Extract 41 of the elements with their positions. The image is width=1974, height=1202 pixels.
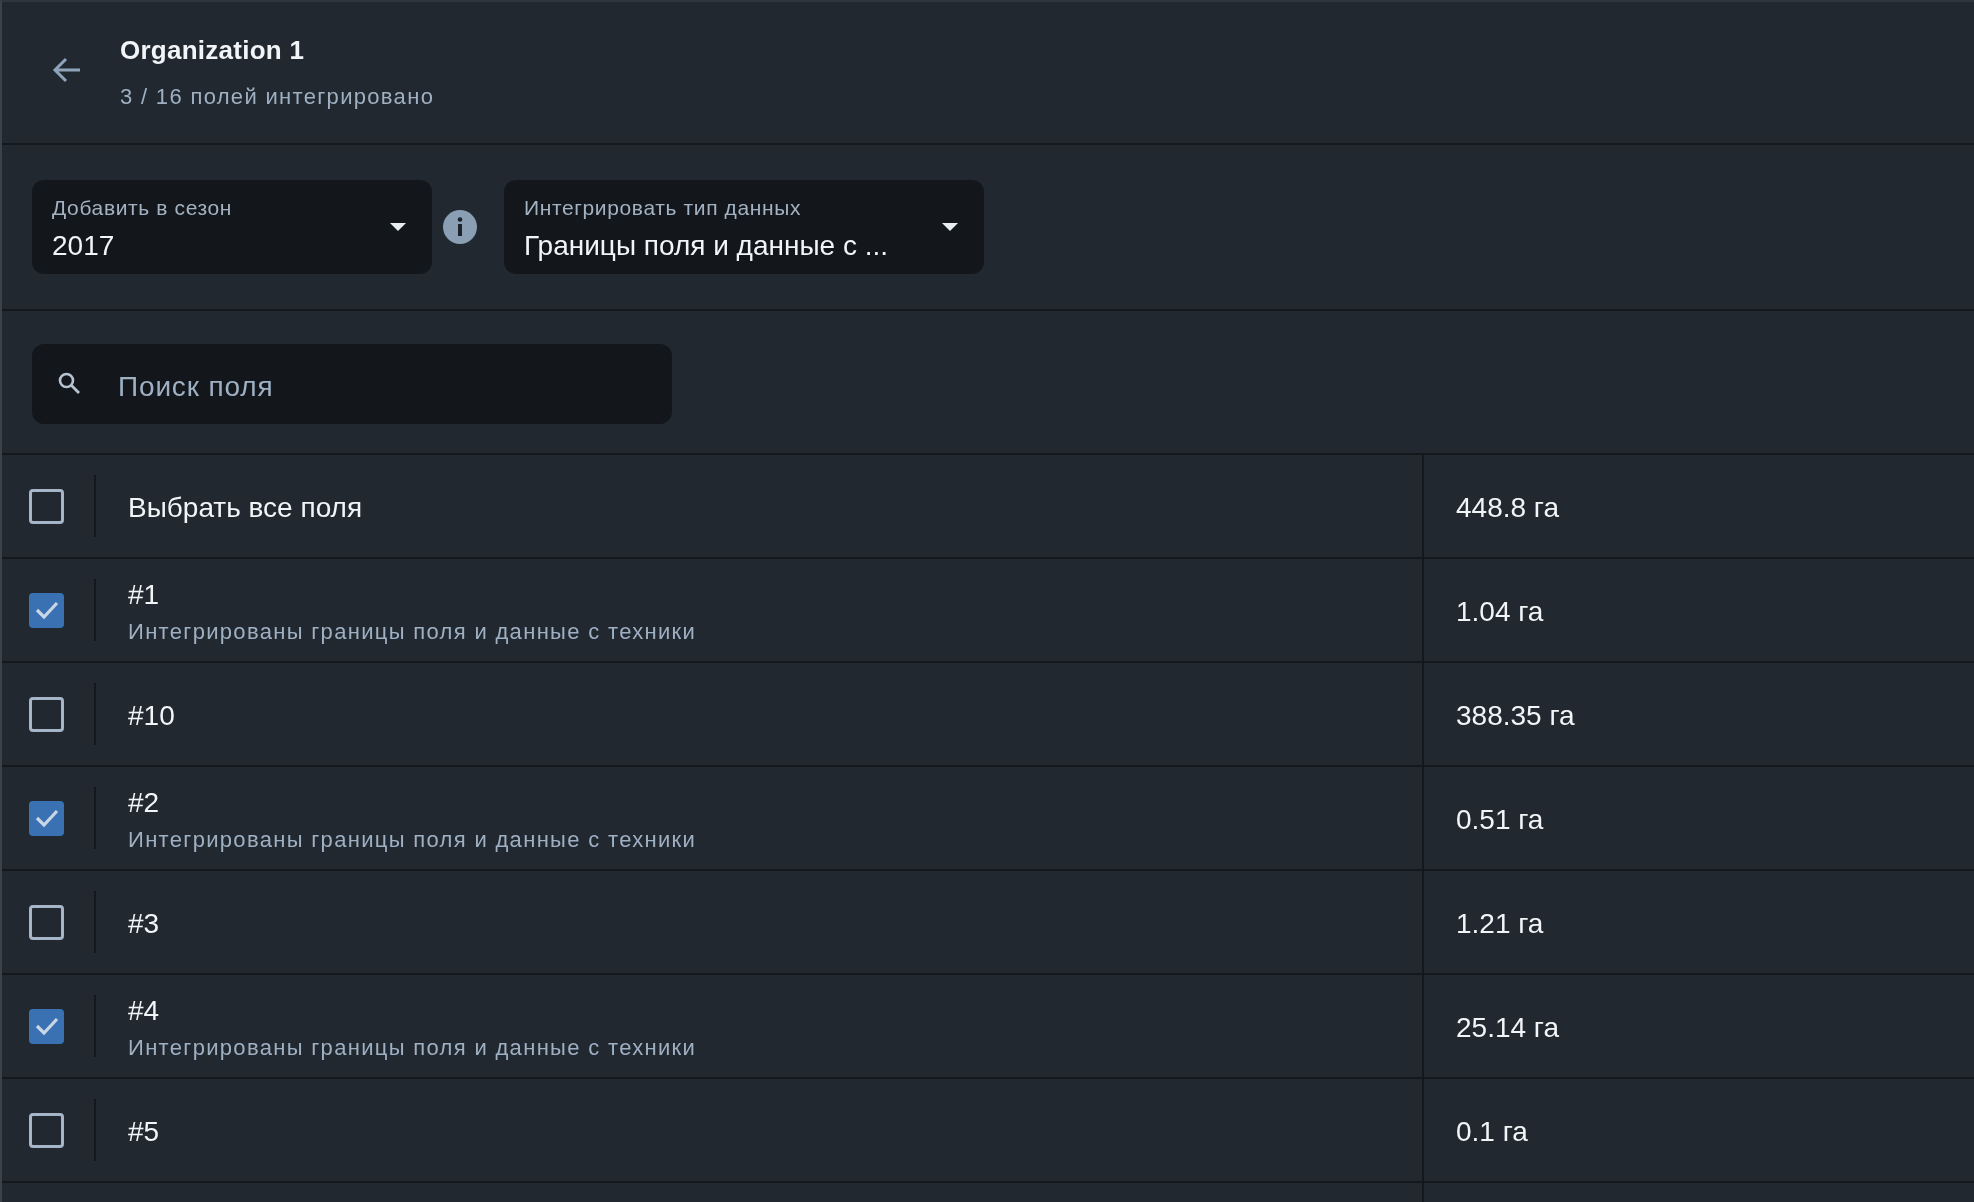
back-arrow-icon bbox=[52, 56, 82, 83]
field-name: #10 bbox=[128, 699, 176, 732]
caret-icon bbox=[942, 223, 958, 231]
data-type-select[interactable]: Интегрировать тип данных Границы поля и данные с ... bbox=[504, 180, 984, 274]
field-area: 388.35 га bbox=[1456, 699, 1575, 732]
select-all-label: Выбрать все поля bbox=[128, 491, 364, 524]
field-area: 25.14 га bbox=[1456, 1011, 1560, 1044]
season-select[interactable]: Добавить в сезон 2017 bbox=[32, 180, 432, 274]
organization-title: Organization 1 bbox=[120, 35, 306, 66]
field-checkbox[interactable] bbox=[29, 696, 64, 732]
field-area: 0.1 га bbox=[1456, 1115, 1528, 1148]
field-name: #4 bbox=[128, 994, 161, 1027]
season-label: Добавить в сезон bbox=[52, 196, 234, 220]
checkmark-icon bbox=[34, 809, 59, 827]
field-checkbox[interactable] bbox=[29, 904, 64, 940]
integration-count: 3 / 16 полей интегрировано bbox=[120, 84, 435, 110]
select-all-checkbox[interactable] bbox=[29, 488, 64, 524]
field-area: 1.21 га bbox=[1456, 907, 1544, 940]
total-area: 448.8 га bbox=[1456, 491, 1560, 524]
caret-icon bbox=[390, 223, 406, 231]
field-name: #5 bbox=[128, 1115, 161, 1148]
field-area: 1.04 га bbox=[1456, 595, 1544, 628]
field-name: #2 bbox=[128, 786, 161, 819]
field-area: 0.51 га bbox=[1456, 803, 1544, 836]
field-status: Интегрированы границы поля и данные с техники bbox=[128, 1034, 698, 1061]
data-type-value: Границы поля и данные с ... bbox=[524, 230, 890, 262]
checkmark-icon bbox=[34, 1017, 59, 1035]
field-name: #1 bbox=[128, 578, 161, 611]
field-checkbox[interactable] bbox=[29, 1112, 64, 1148]
season-value: 2017 bbox=[52, 230, 116, 262]
search-icon bbox=[58, 372, 80, 394]
field-checkbox[interactable] bbox=[29, 592, 64, 628]
field-status: Интегрированы границы поля и данные с техники bbox=[128, 826, 698, 853]
field-checkbox[interactable] bbox=[29, 800, 64, 836]
field-checkbox[interactable] bbox=[29, 1008, 64, 1044]
search-field[interactable]: Поиск поля bbox=[32, 344, 672, 424]
field-name: #3 bbox=[128, 907, 161, 940]
data-type-label: Интегрировать тип данных bbox=[524, 196, 803, 220]
checkmark-icon bbox=[34, 601, 59, 619]
field-status: Интегрированы границы поля и данные с техники bbox=[128, 618, 698, 645]
info-icon[interactable] bbox=[443, 210, 477, 244]
